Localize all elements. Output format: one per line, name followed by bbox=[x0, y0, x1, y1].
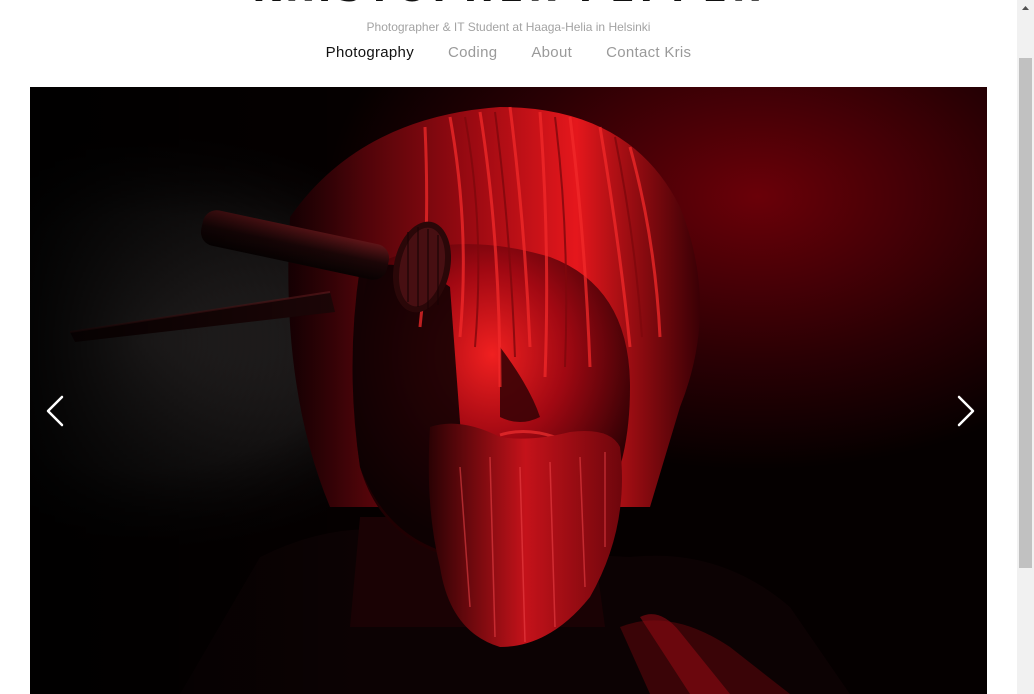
page: KRISTOPHER PEPPER Photographer & IT Stud… bbox=[0, 0, 1034, 694]
scrollbar-thumb[interactable] bbox=[1019, 58, 1032, 568]
page-scrollbar[interactable] bbox=[1017, 0, 1034, 694]
nav-item-about[interactable]: About bbox=[531, 43, 572, 63]
chevron-left-icon bbox=[46, 395, 64, 427]
chevron-right-icon bbox=[957, 395, 975, 427]
slideshow-next-button[interactable] bbox=[949, 391, 981, 431]
main-content: KRISTOPHER PEPPER Photographer & IT Stud… bbox=[0, 0, 1017, 694]
nav-item-coding[interactable]: Coding bbox=[448, 43, 497, 63]
slideshow-prev-button[interactable] bbox=[38, 391, 70, 431]
main-nav: Photography Coding About Contact Kris bbox=[0, 43, 1017, 63]
site-title[interactable]: KRISTOPHER PEPPER bbox=[0, 0, 1017, 10]
triangle-up-icon bbox=[1022, 6, 1029, 10]
nav-item-contact[interactable]: Contact Kris bbox=[606, 43, 691, 63]
nav-item-photography[interactable]: Photography bbox=[326, 43, 414, 63]
site-tagline: Photographer & IT Student at Haaga-Helia… bbox=[366, 20, 651, 34]
concert-photo bbox=[30, 87, 987, 694]
photo-slideshow bbox=[30, 87, 987, 694]
scroll-up-button[interactable] bbox=[1017, 0, 1034, 17]
